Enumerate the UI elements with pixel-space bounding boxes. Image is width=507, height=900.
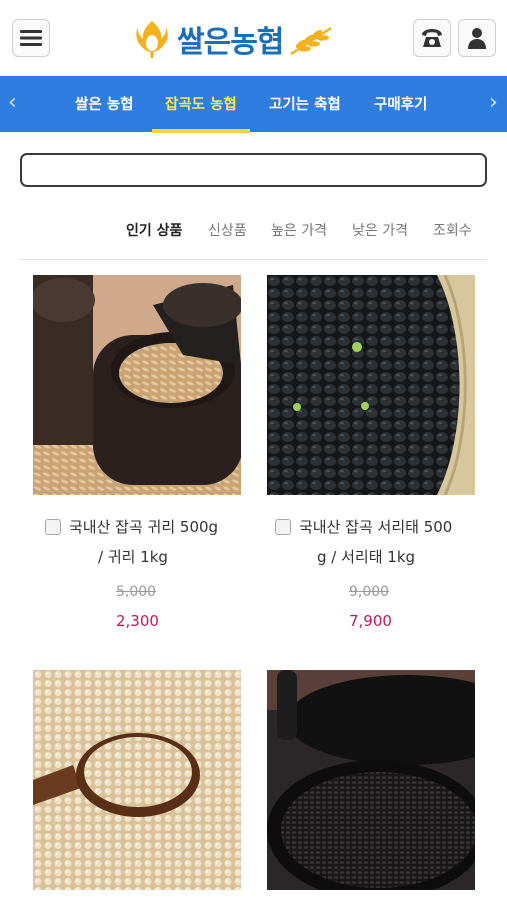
product-checkbox[interactable] <box>45 519 61 535</box>
product-title-line2: g / 서리태 1kg <box>317 548 416 566</box>
phone-button[interactable] <box>413 19 451 57</box>
product-title-line2: / 귀리 1kg <box>98 548 168 566</box>
sale-price: 2,300 <box>116 612 159 630</box>
hamburger-menu-icon <box>20 30 42 46</box>
app-header: 쌀은농협 <box>0 0 507 76</box>
product-title[interactable]: 국내산 잡곡 서리태 500 g / 서리태 1kg <box>275 512 495 572</box>
search-input[interactable] <box>22 155 485 185</box>
nav-item-grains[interactable]: 잡곡도 농협 <box>165 93 237 114</box>
product-title[interactable]: 국내산 잡곡 귀리 500g / 귀리 1kg <box>45 512 265 572</box>
menu-button[interactable] <box>12 19 50 57</box>
category-nav: ‹ 쌀은 농협 잡곡도 농협 고기는 축협 구매후기 › <box>0 76 507 132</box>
sort-price-high[interactable]: 높은 가격 <box>271 220 327 240</box>
nav-prev-arrow[interactable]: ‹ <box>8 90 17 115</box>
divider <box>20 259 487 260</box>
sort-popular[interactable]: 인기 상품 <box>126 220 182 240</box>
product-image-black-seeds[interactable] <box>267 670 475 890</box>
wheat-icon <box>290 26 333 56</box>
original-price: 9,000 <box>349 584 390 600</box>
product-title-line1: 국내산 잡곡 서리태 500 <box>299 518 453 536</box>
nav-item-reviews[interactable]: 구매후기 <box>374 93 427 114</box>
user-icon <box>468 28 486 49</box>
logo-text: 쌀은농협 <box>177 25 284 60</box>
search-box <box>20 153 487 187</box>
nav-item-rice[interactable]: 쌀은 농협 <box>75 93 133 114</box>
nav-item-meat[interactable]: 고기는 축협 <box>269 93 341 114</box>
rice-logo-icon <box>136 21 168 58</box>
product-checkbox[interactable] <box>275 519 291 535</box>
nav-next-arrow[interactable]: › <box>489 90 498 115</box>
original-price: 5,000 <box>116 584 157 600</box>
product-image-oats[interactable] <box>33 275 241 495</box>
product-image-black-beans[interactable] <box>267 275 475 495</box>
sort-views[interactable]: 조회수 <box>433 220 472 240</box>
sale-price: 7,900 <box>349 612 392 630</box>
site-logo[interactable]: 쌀은농협 <box>133 14 378 64</box>
sort-price-low[interactable]: 낮은 가격 <box>352 220 408 240</box>
user-button[interactable] <box>458 19 496 57</box>
product-image-barley[interactable] <box>33 670 241 890</box>
sort-newest[interactable]: 신상품 <box>208 220 247 240</box>
nav-active-indicator <box>152 129 250 133</box>
product-title-line1: 국내산 잡곡 귀리 500g <box>69 518 219 536</box>
phone-icon <box>422 29 442 47</box>
